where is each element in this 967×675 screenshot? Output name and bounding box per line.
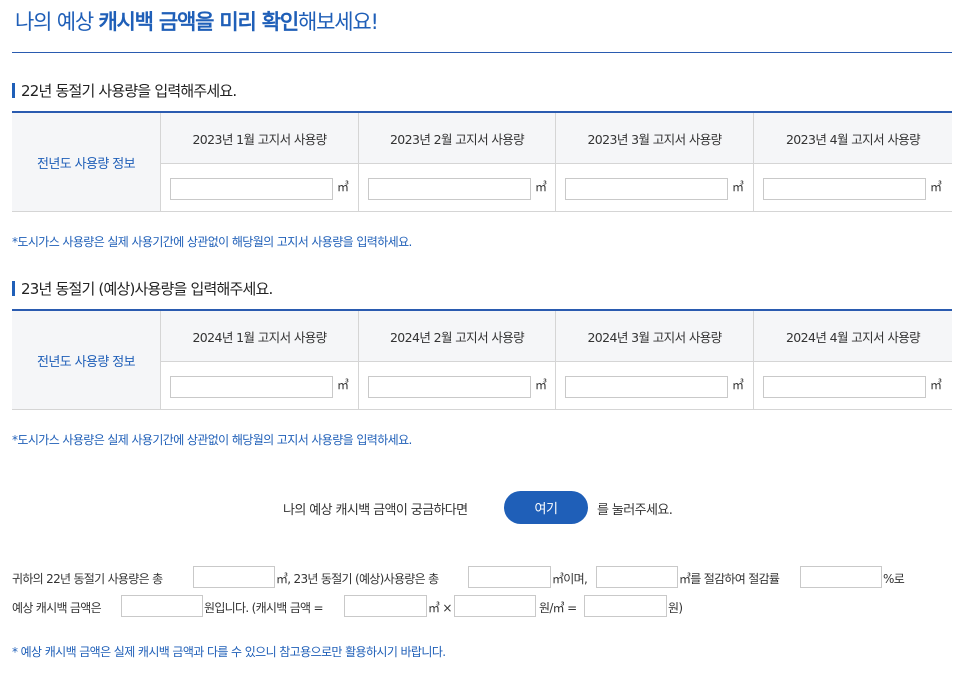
unit-label: ㎥	[535, 378, 548, 392]
column-header: 2024년 4월 고지서 사용량	[754, 311, 952, 362]
column-header: 2024년 2월 고지서 사용량	[359, 311, 555, 362]
usage-column-mar: 2024년 3월 고지서 사용량 ㎥	[556, 311, 754, 409]
column-header: 2024년 3월 고지서 사용량	[556, 311, 753, 362]
column-header: 2023년 3월 고지서 사용량	[556, 113, 753, 164]
usage-note: *도시가스 사용량은 실제 사용기간에 상관없이 해당월의 고지서 사용량을 입…	[12, 235, 412, 249]
column-header: 2024년 1월 고지서 사용량	[161, 311, 358, 362]
usage-input-2023-02[interactable]	[368, 178, 531, 200]
prompt-text: 나의 예상 캐시백 금액이 궁금하다면	[283, 503, 468, 518]
usage-input-2023-03[interactable]	[565, 178, 728, 200]
title-text-2: 해보세요!	[297, 10, 379, 34]
unit-label: ㎥	[930, 378, 943, 392]
usage-column-apr: 2023년 4월 고지서 사용량 ㎥	[754, 113, 952, 211]
title-text-bold: 캐시백 금액을 미리 확인	[98, 10, 299, 34]
section-title-2023: 23년 동절기 (예상)사용량을 입력해주세요.	[12, 278, 273, 299]
usage-column-mar: 2023년 3월 고지서 사용량 ㎥	[556, 113, 754, 211]
total-usage-2023-field	[468, 566, 551, 588]
calculate-prompt: 나의 예상 캐시백 금액이 궁금하다면 여기 를 눌러주세요.	[0, 491, 967, 525]
result-text: ㎥이며,	[552, 572, 588, 586]
row-label: 전년도 사용량 정보	[12, 311, 161, 409]
title-divider	[12, 52, 952, 53]
prompt-suffix: 를 눌러주세요.	[597, 503, 673, 518]
saved-usage-field	[596, 566, 678, 588]
formula-result-field	[584, 595, 667, 617]
unit-label: ㎥	[337, 378, 350, 392]
usage-column-feb: 2023년 2월 고지서 사용량 ㎥	[359, 113, 556, 211]
result-text: 원)	[668, 601, 683, 615]
usage-input-2024-02[interactable]	[368, 376, 531, 398]
usage-note: *도시가스 사용량은 실제 사용기간에 상관없이 해당월의 고지서 사용량을 입…	[12, 433, 412, 447]
unit-label: ㎥	[930, 180, 943, 194]
usage-table-2023: 전년도 사용량 정보 2024년 1월 고지서 사용량 ㎥ 2024년 2월 고…	[12, 309, 952, 410]
usage-column-jan: 2024년 1월 고지서 사용량 ㎥	[161, 311, 359, 409]
usage-column-apr: 2024년 4월 고지서 사용량 ㎥	[754, 311, 952, 409]
section-title-2022: 22년 동절기 사용량을 입력해주세요.	[12, 80, 237, 101]
result-line-2: 예상 캐시백 금액은 원입니다. (캐시백 금액 = ㎥ × 원/㎥ = 원)	[12, 595, 942, 617]
unit-label: ㎥	[535, 180, 548, 194]
usage-column-feb: 2024년 2월 고지서 사용량 ㎥	[359, 311, 556, 409]
usage-input-2023-01[interactable]	[170, 178, 333, 200]
column-header: 2023년 4월 고지서 사용량	[754, 113, 952, 164]
usage-table-2022: 전년도 사용량 정보 2023년 1월 고지서 사용량 ㎥ 2023년 2월 고…	[12, 111, 952, 212]
unit-label: ㎥	[337, 180, 350, 194]
disclaimer-note: * 예상 캐시백 금액은 실제 캐시백 금액과 다를 수 있으니 참고용으로만 …	[12, 645, 446, 659]
usage-input-2024-01[interactable]	[170, 376, 333, 398]
usage-input-2023-04[interactable]	[763, 178, 926, 200]
formula-unit-price-field	[454, 595, 536, 617]
column-header: 2023년 1월 고지서 사용량	[161, 113, 358, 164]
result-text: 원입니다. (캐시백 금액 =	[204, 601, 324, 615]
formula-usage-field	[344, 595, 427, 617]
usage-input-2024-04[interactable]	[763, 376, 926, 398]
row-label: 전년도 사용량 정보	[12, 113, 161, 211]
unit-label: ㎥	[732, 180, 745, 194]
result-text: 원/㎥ =	[539, 601, 577, 615]
saving-rate-field	[800, 566, 882, 588]
usage-column-jan: 2023년 1월 고지서 사용량 ㎥	[161, 113, 359, 211]
total-usage-2022-field	[193, 566, 275, 588]
result-line-1: 귀하의 22년 동절기 사용량은 총 ㎥, 23년 동절기 (예상)사용량은 총…	[12, 566, 942, 588]
usage-input-2024-03[interactable]	[565, 376, 728, 398]
result-text: ㎥, 23년 동절기 (예상)사용량은 총	[276, 572, 439, 586]
title-text-1: 나의 예상	[15, 10, 99, 34]
result-text: ㎥ ×	[428, 601, 452, 615]
result-text: 귀하의 22년 동절기 사용량은 총	[12, 572, 163, 586]
result-text: 예상 캐시백 금액은	[12, 601, 102, 615]
calculate-button[interactable]: 여기	[504, 491, 588, 524]
result-text: %로	[883, 572, 905, 586]
cashback-amount-field	[121, 595, 203, 617]
unit-label: ㎥	[732, 378, 745, 392]
result-text: ㎥를 절감하여 절감률	[679, 572, 780, 586]
page-title: 나의 예상 캐시백 금액을 미리 확인해보세요!	[15, 6, 379, 36]
column-header: 2023년 2월 고지서 사용량	[359, 113, 555, 164]
